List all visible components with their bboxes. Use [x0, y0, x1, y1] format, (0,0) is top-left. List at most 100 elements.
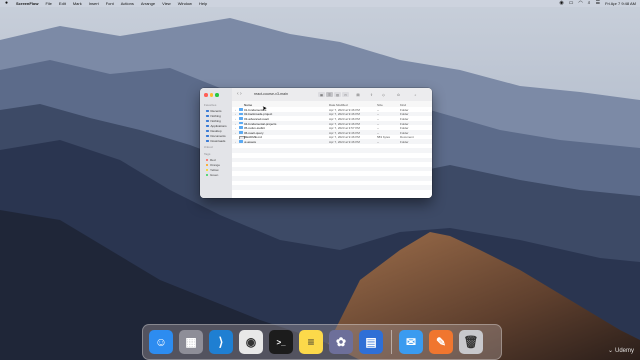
finder-search-icon[interactable]: ⌕ — [412, 92, 419, 97]
tag-color-icon — [206, 169, 208, 171]
sidebar-item-icon — [206, 119, 209, 123]
list-view-button[interactable]: ☰ — [326, 92, 333, 97]
sidebar-tag-label: Yellow — [210, 168, 219, 172]
finder-sidebar: Favorites Recents Nothing Nothing Applicati… — [200, 88, 233, 198]
menu-app-name[interactable]: ScreenFlow — [16, 0, 38, 7]
sidebar-tag[interactable]: Yellow — [206, 168, 219, 172]
sidebar-item[interactable]: Downloads — [206, 139, 225, 143]
sidebar-item[interactable]: Recents — [206, 109, 222, 113]
dock-terminal-icon[interactable]: >_ — [269, 330, 293, 354]
sidebar-item-icon — [206, 124, 209, 128]
sidebar-item-icon — [206, 134, 209, 138]
folder-icon — [239, 117, 243, 120]
sidebar-tag[interactable]: Green — [206, 173, 218, 177]
close-button[interactable] — [204, 93, 208, 97]
menu-view[interactable]: View — [162, 0, 171, 7]
menu-list: ScreenFlow File Edit Mark Insert Font Ac… — [16, 0, 207, 7]
dock-finder-icon[interactable]: ☺ — [149, 330, 173, 354]
sidebar-tag[interactable]: Red — [206, 158, 216, 162]
zoom-button[interactable] — [215, 93, 219, 97]
share-icon[interactable]: ⇧ — [368, 92, 375, 97]
column-size[interactable]: Size — [377, 103, 383, 107]
folder-icon — [239, 121, 243, 125]
dock-launchpad-icon[interactable]: ▦ — [179, 330, 203, 354]
sidebar-item[interactable]: Desktop — [206, 129, 222, 133]
gallery-view-button[interactable]: ▭ — [342, 92, 349, 97]
sidebar-tag-label: Orange — [210, 163, 221, 167]
apple-menu-icon[interactable]: ● — [5, 1, 9, 6]
sidebar-item-icon — [206, 114, 209, 118]
wifi-icon[interactable]: ◠ — [578, 0, 582, 7]
udemy-logo-icon: ⌄ — [607, 348, 613, 354]
menu-help[interactable]: Help — [199, 0, 207, 7]
sidebar-item[interactable]: Documents — [206, 134, 226, 138]
action-menu-icon[interactable]: ⊙ — [394, 92, 403, 97]
tag-color-icon — [206, 164, 208, 166]
menu-insert[interactable]: Insert — [89, 0, 99, 7]
menu-mark[interactable]: Mark — [73, 0, 82, 7]
menu-arrange[interactable]: Arrange — [141, 0, 155, 7]
tag-icon[interactable]: ◇ — [380, 92, 387, 97]
folder-icon — [239, 131, 243, 134]
window-controls — [204, 93, 219, 97]
menu-actions[interactable]: Actions — [121, 0, 134, 7]
sidebar-section-icloud: iCloud — [204, 145, 213, 149]
empty-row — [232, 190, 432, 195]
status-area: ◉ ▭ ◠ ⌕ ☰ Fri Apr 7 9:48 AM — [559, 0, 636, 7]
sidebar-item-label: Nothing — [210, 114, 221, 118]
sidebar-tag[interactable]: Orange — [206, 163, 220, 167]
menu-bar: ● ScreenFlow File Edit Mark Insert Font … — [0, 0, 640, 7]
dock: ☺ ▦ ⟩ ◉ >_ ≡ ✿ ▤ ✉ ✎ 🗑 — [142, 324, 502, 360]
dock-mail-icon[interactable]: ✉ — [399, 330, 423, 354]
sidebar-item-icon — [206, 129, 209, 133]
sidebar-section-favorites: Favorites — [204, 103, 217, 107]
sidebar-section-tags: Tags — [204, 152, 211, 156]
minimize-button[interactable] — [209, 93, 213, 97]
udemy-watermark: ⌄ Udemy — [607, 347, 634, 355]
menu-clock[interactable]: Fri Apr 7 9:48 AM — [605, 0, 636, 7]
folder-icon — [239, 112, 243, 116]
column-view-button[interactable]: ▥ — [334, 92, 341, 97]
sidebar-item-label: Desktop — [210, 129, 222, 133]
battery-icon[interactable]: ▭ — [569, 0, 574, 7]
sidebar-item-label: Applications — [210, 124, 227, 128]
menu-file[interactable]: File — [45, 0, 51, 7]
menu-window[interactable]: Window — [178, 0, 192, 7]
folder-icon — [239, 126, 243, 129]
control-center-icon[interactable]: ☰ — [596, 0, 600, 7]
menu-font[interactable]: Font — [106, 0, 114, 7]
sidebar-tag-label: Red — [210, 158, 216, 162]
dock-screenflow-icon[interactable]: ✿ — [329, 330, 353, 354]
view-switcher: ▦ ☰ ▥ ▭ — [318, 92, 349, 97]
tag-color-icon — [206, 159, 208, 161]
group-button[interactable]: ▤ — [354, 92, 362, 97]
finder-window: Favorites Recents Nothing Nothing Applicati… — [200, 88, 432, 198]
dock-pages-icon[interactable]: ✎ — [429, 330, 453, 354]
icon-view-button[interactable]: ▦ — [318, 92, 325, 97]
dock-dash-icon[interactable]: ▤ — [359, 330, 383, 354]
dock-separator — [391, 330, 392, 354]
column-kind[interactable]: Kind — [400, 103, 406, 107]
sidebar-item[interactable]: Nothing — [206, 114, 221, 118]
column-date[interactable]: Date Modified — [329, 103, 348, 107]
sidebar-item-icon — [206, 109, 209, 113]
finder-toolbar: ‹ › react-course-v3-main ▦ ☰ ▥ ▭ ▤ ⇧ ◇ ⊙… — [232, 88, 432, 102]
dock-vscode-icon[interactable]: ⟩ — [209, 330, 233, 354]
column-name[interactable]: Name — [244, 103, 252, 107]
dock-chrome-icon[interactable]: ◉ — [239, 330, 263, 354]
sidebar-item-label: Recents — [210, 109, 222, 113]
search-icon[interactable]: ⌕ — [588, 0, 591, 7]
file-list: › 01-fundamentals Apr 7, 2023 at 9:46 PM --… — [232, 107, 432, 198]
menu-edit[interactable]: Edit — [59, 0, 66, 7]
sidebar-item-label: Documents — [210, 134, 226, 138]
back-forward-icon[interactable]: ‹ › — [237, 91, 242, 97]
sidebar-item-label: Downloads — [210, 139, 226, 143]
sidebar-item-label: Nothing — [210, 119, 221, 123]
record-icon[interactable]: ◉ — [559, 0, 563, 7]
folder-icon — [239, 108, 243, 111]
sidebar-tag-label: Green — [210, 173, 219, 177]
sidebar-item[interactable]: Applications — [206, 124, 227, 128]
dock-notes-icon[interactable]: ≡ — [299, 330, 323, 354]
dock-trash-icon[interactable]: 🗑 — [459, 330, 483, 354]
sidebar-item[interactable]: Nothing — [206, 119, 221, 123]
